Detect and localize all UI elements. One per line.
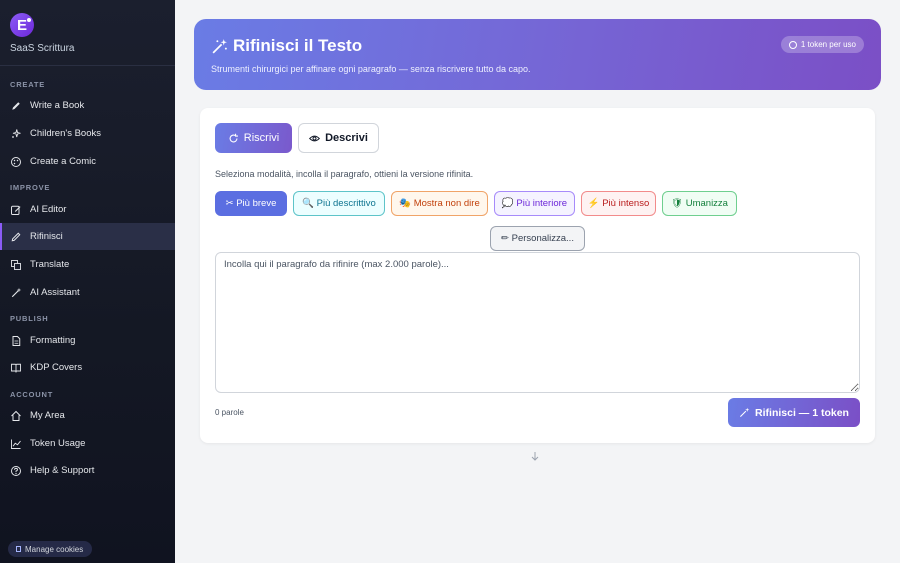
section-title-account: ACCOUNT [10, 390, 54, 399]
paragraph-input[interactable] [215, 252, 860, 393]
sidebar-item-label: AI Editor [30, 204, 67, 215]
sidebar-item-create-comic[interactable]: Create a Comic [0, 148, 175, 175]
token-cost-label: 1 token per uso [800, 40, 856, 49]
mode-customize-button[interactable]: ✏ Personalizza... [490, 226, 585, 251]
mode-shorter-button[interactable]: ✂ Più breve [215, 191, 287, 216]
page-hero: Rifinisci il Testo Strumenti chirurgici … [194, 19, 881, 90]
refine-submit-label: Rifinisci — 1 token [755, 406, 849, 419]
edit-icon [11, 205, 21, 215]
logo-dot [27, 18, 31, 22]
page-subtitle: Strumenti chirurgici per affinare ogni p… [211, 64, 531, 74]
sidebar-item-ai-editor[interactable]: AI Editor [0, 196, 175, 223]
sidebar-item-my-area[interactable]: My Area [0, 402, 175, 429]
sidebar-item-translate[interactable]: Translate [0, 251, 175, 278]
logo-letter: E [16, 16, 27, 34]
sidebar-item-label: Token Usage [30, 438, 86, 449]
brand-name: SaaS Scrittura [10, 43, 75, 54]
mode-show-dont-tell-button[interactable]: 🎭 Mostra non dire [391, 191, 488, 216]
sidebar-item-rifinisci[interactable]: Rifinisci [0, 223, 175, 250]
sidebar-item-formatting[interactable]: Formatting [0, 327, 175, 354]
sidebar-item-write-book[interactable]: Write a Book [0, 92, 175, 119]
tab-rewrite-label: Riscrivi [243, 132, 280, 144]
section-title-create: CREATE [10, 80, 46, 89]
page-title: Rifinisci il Testo [233, 36, 363, 55]
mode-humanize-button[interactable]: 🛡 Umanizza [662, 191, 737, 216]
book-icon [11, 363, 21, 373]
sidebar-item-label: Rifinisci [30, 231, 63, 242]
sidebar-item-label: Help & Support [30, 465, 95, 476]
palette-icon [11, 156, 21, 167]
sidebar-item-label: My Area [30, 410, 65, 421]
magic-wand-icon [740, 407, 750, 418]
sidebar: E SaaS Scrittura CREATE Write a Book Chi… [0, 0, 175, 563]
sidebar-item-ai-assistant[interactable]: AI Assistant [0, 279, 175, 306]
pencil-icon [11, 232, 21, 241]
mode-descriptive-button[interactable]: 🔍 Più descrittivo [293, 191, 385, 216]
chart-line-icon [11, 439, 21, 449]
section-title-publish: PUBLISH [10, 314, 49, 323]
coin-icon [788, 40, 797, 49]
magic-wand-icon [11, 287, 22, 297]
refine-card: Riscrivi Descrivi Seleziona modalità, in… [200, 108, 875, 443]
sparkle-icon [12, 128, 21, 138]
help-circle-icon [11, 465, 21, 476]
brand: E SaaS Scrittura [0, 0, 175, 66]
eye-icon [309, 135, 321, 141]
tab-describe[interactable]: Descrivi [298, 123, 379, 153]
section-title-improve: IMPROVE [10, 183, 51, 192]
word-count: 0 parole [215, 408, 244, 417]
manage-cookies-label: Manage cookies [25, 544, 84, 554]
refine-submit-button[interactable]: Rifinisci — 1 token [728, 398, 860, 427]
sidebar-item-label: Formatting [30, 335, 76, 346]
sidebar-item-label: Create a Comic [30, 156, 96, 167]
translate-icon [11, 259, 21, 270]
sidebar-item-token-usage[interactable]: Token Usage [0, 430, 175, 457]
sidebar-item-label: Translate [30, 259, 70, 270]
tab-rewrite[interactable]: Riscrivi [215, 123, 292, 153]
sidebar-item-label: KDP Covers [30, 362, 83, 373]
pen-icon [12, 101, 20, 110]
cookie-icon [16, 546, 21, 552]
document-icon [12, 335, 21, 346]
mode-intense-button[interactable]: ⚡ Più intenso [581, 191, 656, 216]
sidebar-item-childrens-books[interactable]: Children's Books [0, 120, 175, 147]
tab-describe-label: Descrivi [325, 132, 368, 144]
app-logo[interactable]: E [10, 13, 34, 37]
sidebar-item-help-support[interactable]: Help & Support [0, 457, 175, 484]
arrow-down-icon [531, 452, 539, 461]
token-cost-badge: 1 token per uso [780, 36, 864, 53]
magic-wand-icon [212, 38, 227, 53]
refresh-icon [229, 133, 238, 142]
home-icon [11, 410, 21, 421]
mode-interior-button[interactable]: 💭 Più interiore [494, 191, 575, 216]
manage-cookies-button[interactable]: Manage cookies [8, 541, 93, 557]
sidebar-item-label: Children's Books [30, 128, 101, 139]
instructions-text: Seleziona modalità, incolla il paragrafo… [215, 169, 474, 179]
sidebar-item-label: Write a Book [30, 100, 85, 111]
sidebar-item-label: AI Assistant [30, 287, 80, 298]
sidebar-item-kdp-covers[interactable]: KDP Covers [0, 354, 175, 381]
